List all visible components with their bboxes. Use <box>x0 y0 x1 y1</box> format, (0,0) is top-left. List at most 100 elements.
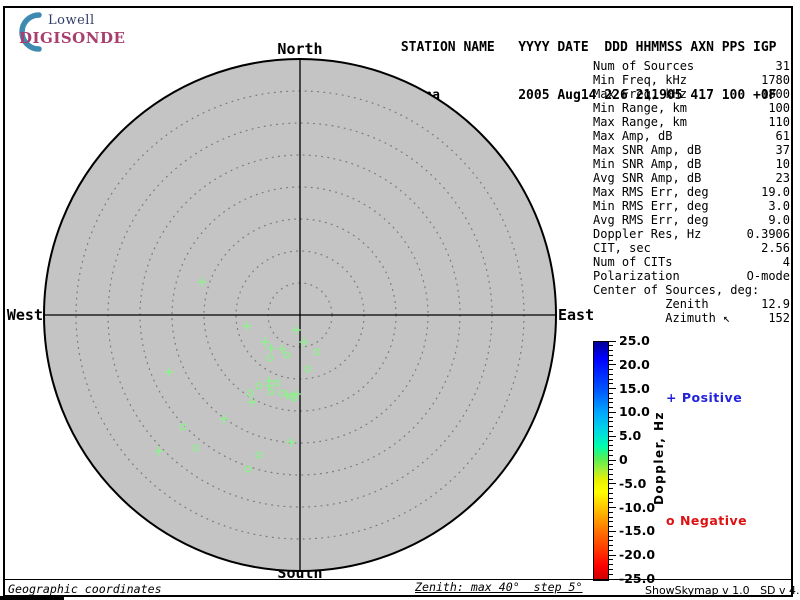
colorbar-tick <box>609 407 613 409</box>
colorbar-tick <box>609 511 613 513</box>
stat-value: 110 <box>768 115 790 129</box>
colorbar-tick <box>609 535 613 537</box>
stat-value: 0.3906 <box>746 227 790 241</box>
colorbar-tick <box>609 354 613 356</box>
colorbar-tick-label: 5.0 <box>619 428 642 444</box>
colorbar-tick-label: 10.0 <box>619 404 650 420</box>
stat-value: 152 <box>768 311 790 325</box>
colorbar-tick <box>609 516 613 518</box>
stat-value: 1780 <box>761 73 790 87</box>
colorbar-tick <box>609 369 613 371</box>
stat-label: Min SNR Amp, dB <box>593 157 702 171</box>
stat-label: Num of CITs <box>593 255 673 269</box>
stat-row: Max Amp, dB 61 <box>593 129 790 143</box>
zenith-scale-caption: Zenith: max 40° step 5° <box>415 580 583 594</box>
colorbar-tick <box>609 449 613 451</box>
stat-label: Azimuth ↖ <box>593 311 731 325</box>
stat-row: Min Range, km 100 <box>593 101 790 115</box>
colorbar-tick <box>609 540 613 542</box>
stat-row: Zenith 12.9 <box>593 297 790 311</box>
stat-row: Max Range, km 110 <box>593 115 790 129</box>
stat-value: 9.0 <box>768 213 790 227</box>
doppler-colorbar <box>593 341 609 581</box>
stat-label: Zenith <box>593 297 709 311</box>
colorbar-tick-label: -15.0 <box>619 523 656 539</box>
colorbar-tick <box>609 554 616 556</box>
colorbar-tick <box>609 454 613 456</box>
colorbar-tick <box>609 549 613 551</box>
colorbar-tick-label: 15.0 <box>619 380 650 396</box>
colorbar-tick <box>609 564 613 566</box>
colorbar-ticks <box>609 340 617 581</box>
stat-label: Max SNR Amp, dB <box>593 143 702 157</box>
stat-value: 100 <box>768 101 790 115</box>
stat-value: 3.0 <box>768 199 790 213</box>
colorbar-tick <box>609 464 613 466</box>
stat-row: Max Freq, kHz 1800 <box>593 87 790 101</box>
colorbar-tick <box>609 478 613 480</box>
stat-value: 2.56 <box>761 241 790 255</box>
stat-row: Center of Sources, deg: <box>593 283 790 297</box>
stat-row: Min RMS Err, deg 3.0 <box>593 199 790 213</box>
colorbar-tick-label: -20.0 <box>619 547 656 563</box>
stat-value: 37 <box>775 143 790 157</box>
stat-label: Num of Sources <box>593 59 695 73</box>
colorbar-tick-label: 25.0 <box>619 333 650 348</box>
skymap-polar-plot <box>43 58 557 572</box>
colorbar-tick <box>609 430 613 432</box>
stat-value: 10 <box>775 157 790 171</box>
stat-row: Min SNR Amp, dB 10 <box>593 157 790 171</box>
stat-row: Min Freq, kHz 1780 <box>593 73 790 87</box>
legend-positive: + Positive <box>666 390 743 405</box>
version-caption: ShowSkymap v 1.0 SD v 4.2 <box>645 584 800 597</box>
stat-row: CIT, sec 2.56 <box>593 241 790 255</box>
stat-label: Max Range, km <box>593 115 687 129</box>
colorbar-tick <box>609 440 613 442</box>
stat-value: 1800 <box>761 87 790 101</box>
stat-label: Center of Sources, deg: <box>593 283 760 297</box>
stat-label: Avg RMS Err, deg <box>593 213 709 227</box>
stat-row: Max SNR Amp, dB 37 <box>593 143 790 157</box>
stat-row: Doppler Res, Hz 0.3906 <box>593 227 790 241</box>
stat-row: Polarization O-mode <box>593 269 790 283</box>
colorbar-tick <box>609 573 613 575</box>
colorbar-tick <box>609 435 616 437</box>
coordinates-caption: Geographic coordinates <box>8 582 162 596</box>
colorbar-tick <box>609 340 616 342</box>
colorbar-title: Doppler, Hz <box>652 410 666 506</box>
colorbar-tick <box>609 378 613 380</box>
colorbar-tick <box>609 397 613 399</box>
stat-label: Min Freq, kHz <box>593 73 687 87</box>
stat-label: Min Range, km <box>593 101 687 115</box>
stat-label: Doppler Res, Hz <box>593 227 702 241</box>
stat-value: 31 <box>775 59 790 73</box>
stat-row: Avg SNR Amp, dB 23 <box>593 171 790 185</box>
colorbar-tick <box>609 445 613 447</box>
colorbar-tick <box>609 469 613 471</box>
stat-label: Max Freq, kHz <box>593 87 687 101</box>
colorbar-tick <box>609 473 613 475</box>
stat-label: Min RMS Err, deg <box>593 199 709 213</box>
colorbar-tick <box>609 559 613 561</box>
colorbar-tick <box>609 526 613 528</box>
colorbar-tick <box>609 497 613 499</box>
stat-label: Avg SNR Amp, dB <box>593 171 702 185</box>
colorbar-tick <box>609 350 613 352</box>
colorbar-tick <box>609 421 613 423</box>
colorbar-tick <box>609 364 616 366</box>
colorbar-tick <box>609 459 616 461</box>
stat-value: 12.9 <box>761 297 790 311</box>
colorbar-tick-label: 0 <box>619 452 628 467</box>
showskymap-window: Lowell DIGISONDE STATION NAME YYYY DATE … <box>0 0 800 600</box>
colorbar-tick <box>609 411 616 413</box>
stat-value: 61 <box>775 129 790 143</box>
colorbar-tick-label: 20.0 <box>619 356 650 372</box>
colorbar-tick <box>609 383 613 385</box>
colorbar-tick <box>609 402 613 404</box>
stat-row: Num of Sources 31 <box>593 59 790 73</box>
measurement-stats-panel: Num of Sources 31 Min Freq, kHz 1780 Max Fre… <box>593 59 790 325</box>
colorbar-tick <box>609 392 613 394</box>
stat-row: Avg RMS Err, deg 9.0 <box>593 213 790 227</box>
stat-label: CIT, sec <box>593 241 651 255</box>
legend-negative: o Negative <box>666 513 748 528</box>
